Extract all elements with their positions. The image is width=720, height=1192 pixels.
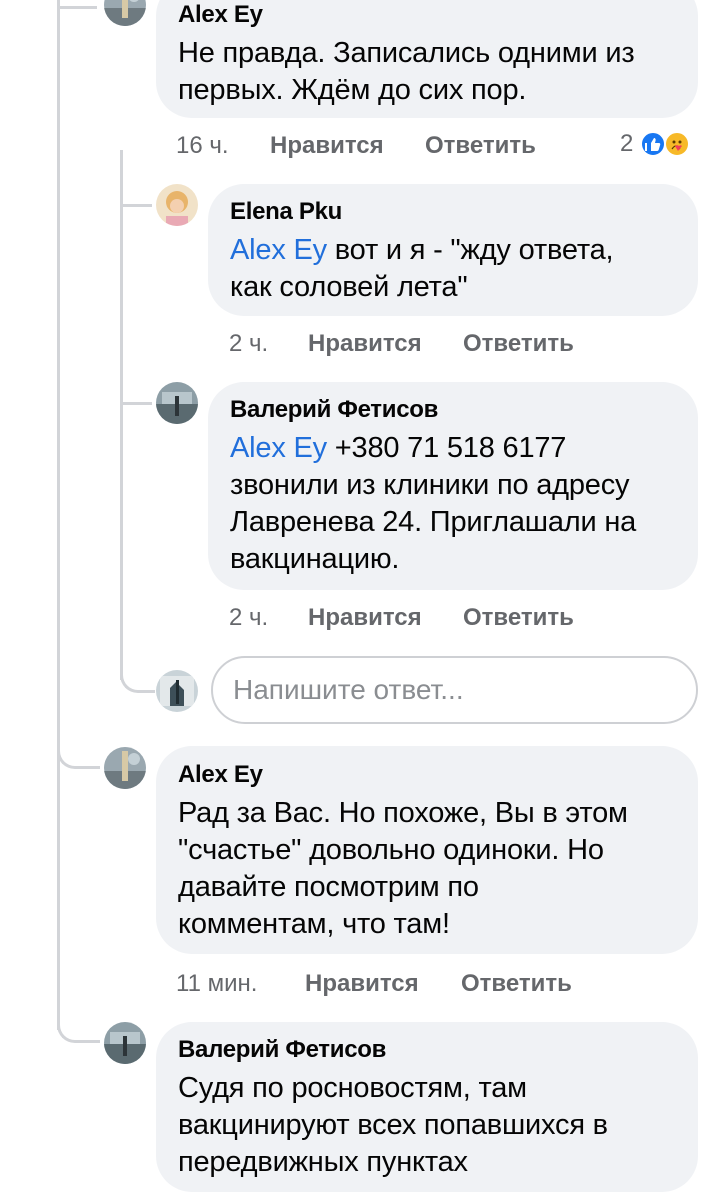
thread-curve	[120, 650, 155, 693]
comment-text: Alex Ey вот и я - "жду ответа, как солов…	[230, 234, 614, 303]
like-icon	[640, 131, 666, 157]
thread-line-main	[57, 0, 60, 1030]
comment-author[interactable]: Валерий Фетисов	[230, 396, 676, 424]
like-button[interactable]: Нравится	[308, 603, 422, 633]
thread-curve	[57, 0, 97, 9]
comment-time[interactable]: 2 ч.	[229, 329, 268, 359]
reaction-count: 2	[620, 130, 634, 157]
reply-button[interactable]: Ответить	[425, 131, 536, 161]
comment-bubble: Валерий Фетисов Судя по росновостям, там…	[156, 1022, 698, 1192]
avatar[interactable]	[156, 184, 198, 226]
care-icon	[664, 131, 690, 157]
comment-author[interactable]: Валерий Фетисов	[178, 1036, 676, 1064]
comment-time[interactable]: 16 ч.	[176, 131, 229, 161]
comment-bubble: Валерий Фетисов Alex Ey +380 71 518 6177…	[208, 382, 698, 590]
reply-input[interactable]	[211, 656, 698, 724]
my-avatar	[156, 670, 198, 712]
like-button[interactable]: Нравится	[308, 329, 422, 359]
like-button[interactable]: Нравится	[305, 969, 419, 999]
comment-actions: 16 ч. Нравится Ответить	[176, 131, 576, 161]
thread-line-replies	[120, 150, 123, 680]
comment-time[interactable]: 2 ч.	[229, 603, 268, 633]
reply-button[interactable]: Ответить	[463, 329, 574, 359]
avatar[interactable]	[104, 747, 146, 789]
thread-curve	[120, 180, 152, 207]
comment-author[interactable]: Elena Pku	[230, 198, 676, 226]
thread-curve	[57, 740, 100, 769]
thread-curve	[120, 380, 152, 405]
avatar[interactable]	[156, 382, 198, 424]
like-button[interactable]: Нравится	[270, 131, 384, 161]
comment-actions: 2 ч. Нравится Ответить	[229, 603, 629, 633]
avatar[interactable]	[104, 1022, 146, 1064]
mention-link[interactable]: Alex Ey	[230, 234, 327, 266]
comment-bubble: Elena Pku Alex Ey вот и я - "жду ответа,…	[208, 184, 698, 316]
comment-author[interactable]: Alex Ey	[178, 1, 676, 29]
reaction-summary[interactable]: 2	[620, 129, 700, 159]
comment-time[interactable]: 11 мин.	[176, 969, 257, 999]
comment-author[interactable]: Alex Ey	[178, 761, 676, 789]
reply-button[interactable]: Ответить	[463, 603, 574, 633]
comment-text: Не правда. Записались одними из первых. …	[178, 37, 635, 106]
comment-text: Alex Ey +380 71 518 6177 звонили из клин…	[230, 432, 637, 575]
comment-text: Рад за Вас. Но похоже, Вы в этом "счасть…	[178, 797, 628, 940]
thread-curve	[57, 1000, 100, 1043]
comment-actions: 11 мин. Нравится Ответить	[176, 969, 596, 999]
comment-bubble: Alex Ey Не правда. Записались одними из …	[156, 0, 698, 118]
comment-actions: 2 ч. Нравится Ответить	[229, 329, 629, 359]
avatar[interactable]	[104, 0, 146, 26]
comment-bubble: Alex Ey Рад за Вас. Но похоже, Вы в этом…	[156, 746, 698, 954]
reply-button[interactable]: Ответить	[461, 969, 572, 999]
comment-text: Судя по росновостям, там вакцинируют все…	[178, 1072, 608, 1178]
mention-link[interactable]: Alex Ey	[230, 432, 327, 464]
